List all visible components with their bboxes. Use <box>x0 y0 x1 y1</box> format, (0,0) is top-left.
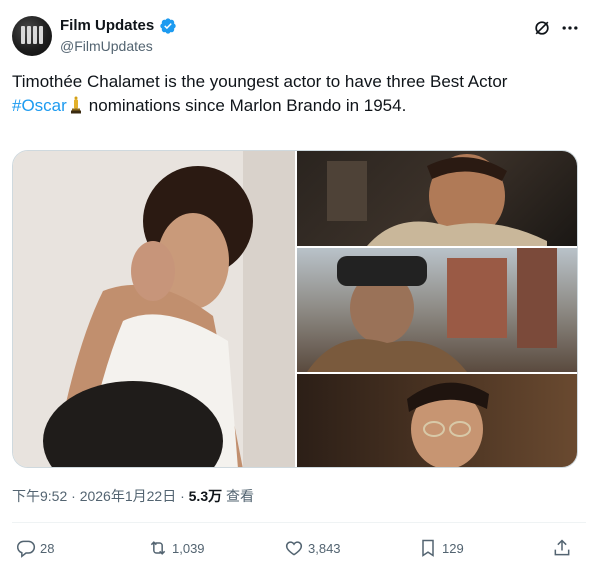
bookmark-button[interactable]: 129 <box>418 536 464 560</box>
like-count: 3,843 <box>308 540 341 556</box>
reply-button[interactable]: 28 <box>16 536 54 560</box>
photo-still-1[interactable] <box>297 151 577 246</box>
photo-white-tank-top[interactable] <box>13 151 295 467</box>
like-button[interactable]: 3,843 <box>284 536 341 560</box>
views-count: 5.3万 <box>188 488 223 504</box>
reply-count: 28 <box>40 540 55 556</box>
film-logo-icon <box>21 26 43 44</box>
more-icon[interactable] <box>560 18 580 38</box>
share-button[interactable] <box>552 536 576 560</box>
tweet-text: Timothée Chalamet is the youngest actor … <box>12 70 586 118</box>
tweet-header: Film Updates @FilmUpdates <box>12 14 586 60</box>
tweet-text-line2: nominations since Marlon Brando in 1954. <box>88 96 407 115</box>
tweet-meta: 下午9:52 · 2026年1月22日 · 5.3万 查看 <box>12 486 254 506</box>
media-grid <box>12 150 578 468</box>
repost-icon <box>150 541 166 555</box>
photo-still-3[interactable] <box>297 374 577 467</box>
reply-icon <box>16 540 36 558</box>
repost-button[interactable]: 1,039 <box>148 536 205 560</box>
handle[interactable]: @FilmUpdates <box>60 38 153 54</box>
avatar[interactable] <box>12 16 52 56</box>
repost-count: 1,039 <box>172 540 205 556</box>
trophy-icon <box>70 96 81 114</box>
tweet-text-line1: Timothée Chalamet is the youngest actor … <box>12 72 508 91</box>
verified-badge-icon <box>160 18 176 34</box>
divider <box>12 522 586 523</box>
grok-icon[interactable] <box>532 18 552 38</box>
display-name[interactable]: Film Updates <box>60 17 154 34</box>
action-bar: 28 1,039 3,843 129 <box>12 536 586 560</box>
timestamp[interactable]: 下午9:52 · 2026年1月22日 · <box>12 488 185 504</box>
views-label: 查看 <box>226 488 254 504</box>
hashtag-link[interactable]: #Oscar <box>12 96 67 115</box>
bookmark-icon <box>422 539 434 557</box>
heart-icon <box>285 541 303 556</box>
photo-still-2[interactable] <box>297 248 577 372</box>
bookmark-count: 129 <box>442 540 464 556</box>
share-icon <box>554 539 570 556</box>
